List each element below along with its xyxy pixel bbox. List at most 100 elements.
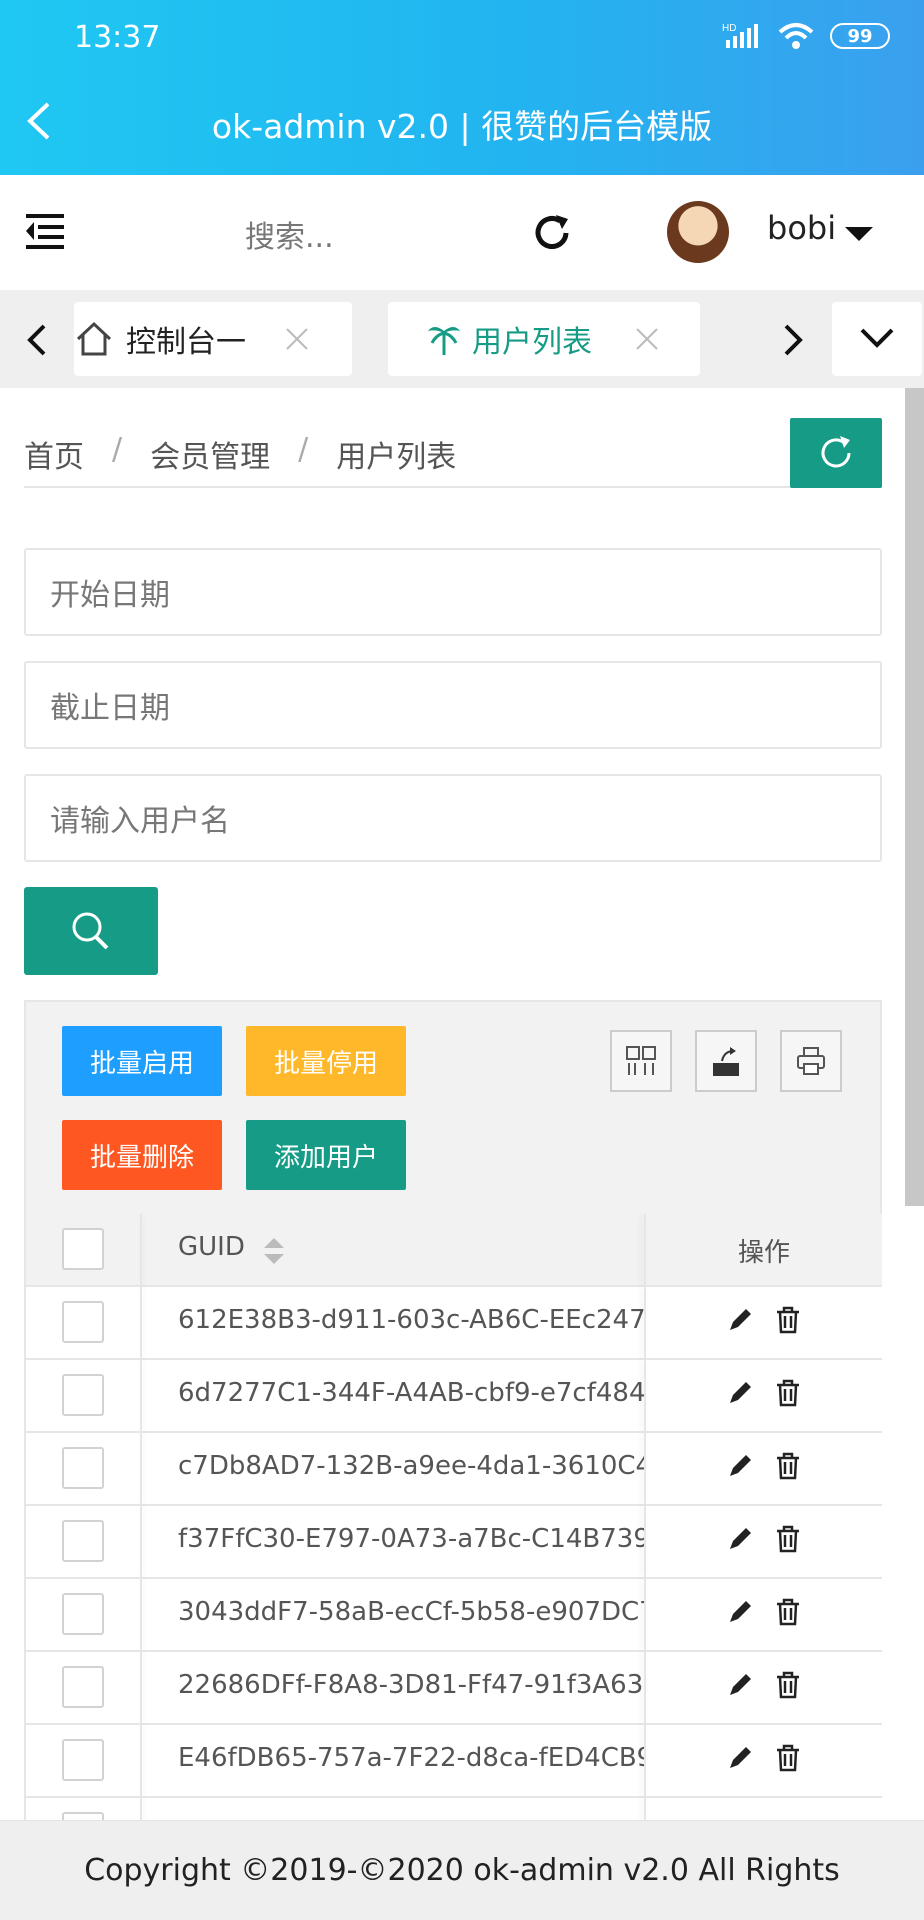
tab-user-list[interactable]: 用户列表	[388, 302, 700, 376]
avatar[interactable]	[667, 201, 729, 263]
tab-menu-button[interactable]	[832, 302, 922, 376]
home-icon	[76, 321, 112, 356]
tab-next-icon[interactable]	[774, 320, 814, 360]
breadcrumb-separator: /	[112, 432, 123, 467]
column-divider	[140, 1287, 142, 1358]
export-button[interactable]	[695, 1030, 757, 1092]
trash-icon[interactable]	[773, 1670, 803, 1700]
breadcrumb-member-management[interactable]: 会员管理	[150, 432, 270, 476]
row-checkbox[interactable]	[62, 1666, 104, 1708]
table-row: 3043ddF7-58aB-ecCf-5b58-e907DC72	[26, 1579, 882, 1652]
breadcrumb-home[interactable]: 首页	[24, 432, 84, 476]
breadcrumb: 首页 / 会员管理 / 用户列表	[24, 432, 456, 476]
close-icon[interactable]	[634, 326, 660, 352]
table-row: E46fDB65-757a-7F22-d8ca-fED4CB9C	[26, 1725, 882, 1798]
guid-cell: 22686DFf-F8A8-3D81-Ff47-91f3A635	[178, 1670, 644, 1700]
battery-icon: 99	[830, 23, 890, 49]
trash-icon[interactable]	[773, 1597, 803, 1627]
edit-icon[interactable]	[725, 1378, 755, 1408]
tab-label: 用户列表	[472, 325, 592, 360]
palm-tree-icon	[428, 327, 460, 355]
trash-icon[interactable]	[773, 1743, 803, 1773]
svg-text:HD: HD	[722, 23, 736, 34]
chevron-down-icon	[860, 328, 894, 348]
app-title: ok-admin v2.0 | 很赞的后台模版	[211, 107, 713, 146]
guid-cell: 612E38B3-d911-603c-AB6C-EEc247A	[178, 1305, 644, 1335]
sort-icon[interactable]	[262, 1234, 286, 1268]
page-refresh-button[interactable]	[790, 418, 882, 488]
row-actions	[646, 1378, 882, 1408]
edit-icon[interactable]	[725, 1524, 755, 1554]
edit-icon[interactable]	[725, 1305, 755, 1335]
table-row: 22686DFf-F8A8-3D81-Ff47-91f3A635	[26, 1652, 882, 1725]
columns-filter-button[interactable]	[610, 1030, 672, 1092]
scrollbar[interactable]	[905, 388, 924, 1206]
row-actions	[646, 1597, 882, 1627]
column-header-ops: 操作	[737, 1238, 790, 1268]
guid-cell: 3043ddF7-58aB-ecCf-5b58-e907DC72	[178, 1597, 644, 1627]
edit-icon[interactable]	[725, 1597, 755, 1627]
edit-icon[interactable]	[725, 1743, 755, 1773]
status-time: 13:37	[74, 20, 161, 55]
trash-icon[interactable]	[773, 1451, 803, 1481]
batch-delete-button[interactable]: 批量删除	[62, 1120, 222, 1190]
row-actions	[646, 1451, 882, 1481]
column-header-guid[interactable]: GUID	[178, 1232, 245, 1262]
guid-cell: c7Db8AD7-132B-a9ee-4da1-3610C4D	[178, 1451, 644, 1481]
row-checkbox[interactable]	[62, 1301, 104, 1343]
row-checkbox[interactable]	[62, 1739, 104, 1781]
app-header: 13:37 HD 99 ok-admin v2.0 | 很赞的后台模版	[0, 0, 924, 175]
signal-icon: HD	[722, 23, 758, 48]
row-checkbox[interactable]	[62, 1520, 104, 1562]
batch-enable-button[interactable]: 批量启用	[62, 1026, 222, 1096]
column-divider	[140, 1652, 142, 1723]
column-divider	[140, 1360, 142, 1431]
tab-prev-icon[interactable]	[20, 320, 56, 360]
table-row: 6d7277C1-344F-A4AB-cbf9-e7cf484F	[26, 1360, 882, 1433]
table-row: c7Db8AD7-132B-a9ee-4da1-3610C4D	[26, 1433, 882, 1506]
row-actions	[646, 1305, 882, 1335]
trash-icon[interactable]	[773, 1378, 803, 1408]
refresh-icon	[821, 436, 851, 468]
edit-icon[interactable]	[725, 1670, 755, 1700]
print-button[interactable]	[780, 1030, 842, 1092]
row-checkbox[interactable]	[62, 1593, 104, 1635]
start-date-field[interactable]: 开始日期	[24, 548, 882, 636]
chevron-down-icon[interactable]	[845, 227, 873, 241]
divider	[24, 486, 882, 488]
username[interactable]: bobi	[767, 209, 836, 247]
select-all-checkbox[interactable]	[62, 1228, 104, 1270]
row-actions	[646, 1743, 882, 1773]
wifi-icon	[778, 23, 814, 49]
trash-icon[interactable]	[773, 1305, 803, 1335]
table-row: 612E38B3-d911-603c-AB6C-EEc247A	[26, 1287, 882, 1360]
breadcrumb-separator: /	[298, 432, 309, 467]
table-row: f37FfC30-E797-0A73-a7Bc-C14B7396	[26, 1506, 882, 1579]
edit-icon[interactable]	[725, 1451, 755, 1481]
top-toolbar: 搜索... bobi	[0, 175, 924, 290]
tab-label: 控制台一	[126, 325, 246, 360]
column-divider	[140, 1506, 142, 1577]
search-button[interactable]	[24, 887, 158, 975]
guid-cell: E46fDB65-757a-7F22-d8ca-fED4CB9C	[178, 1743, 644, 1773]
search-input[interactable]: 搜索...	[245, 212, 334, 256]
row-actions	[646, 1670, 882, 1700]
username-field[interactable]: 请输入用户名	[24, 774, 882, 862]
trash-icon[interactable]	[773, 1524, 803, 1554]
menu-collapse-icon[interactable]	[24, 210, 66, 252]
row-checkbox[interactable]	[62, 1374, 104, 1416]
refresh-icon[interactable]	[530, 211, 574, 255]
add-user-button[interactable]: 添加用户	[246, 1120, 406, 1190]
guid-cell: f37FfC30-E797-0A73-a7Bc-C14B7396	[178, 1524, 644, 1554]
close-icon[interactable]	[284, 326, 310, 352]
columns-icon	[626, 1046, 656, 1075]
end-date-field[interactable]: 截止日期	[24, 661, 882, 749]
batch-disable-button[interactable]: 批量停用	[246, 1026, 406, 1096]
row-checkbox[interactable]	[62, 1447, 104, 1489]
row-actions	[646, 1524, 882, 1554]
tab-dashboard[interactable]: 控制台一	[74, 302, 352, 376]
status-icons: HD 99	[722, 22, 890, 50]
table-panel: 批量启用 批量停用 批量删除 添加用户 GUID 操作 612E38B3-d91…	[24, 1000, 882, 1871]
column-divider	[140, 1579, 142, 1650]
table-header: GUID 操作	[26, 1214, 882, 1287]
